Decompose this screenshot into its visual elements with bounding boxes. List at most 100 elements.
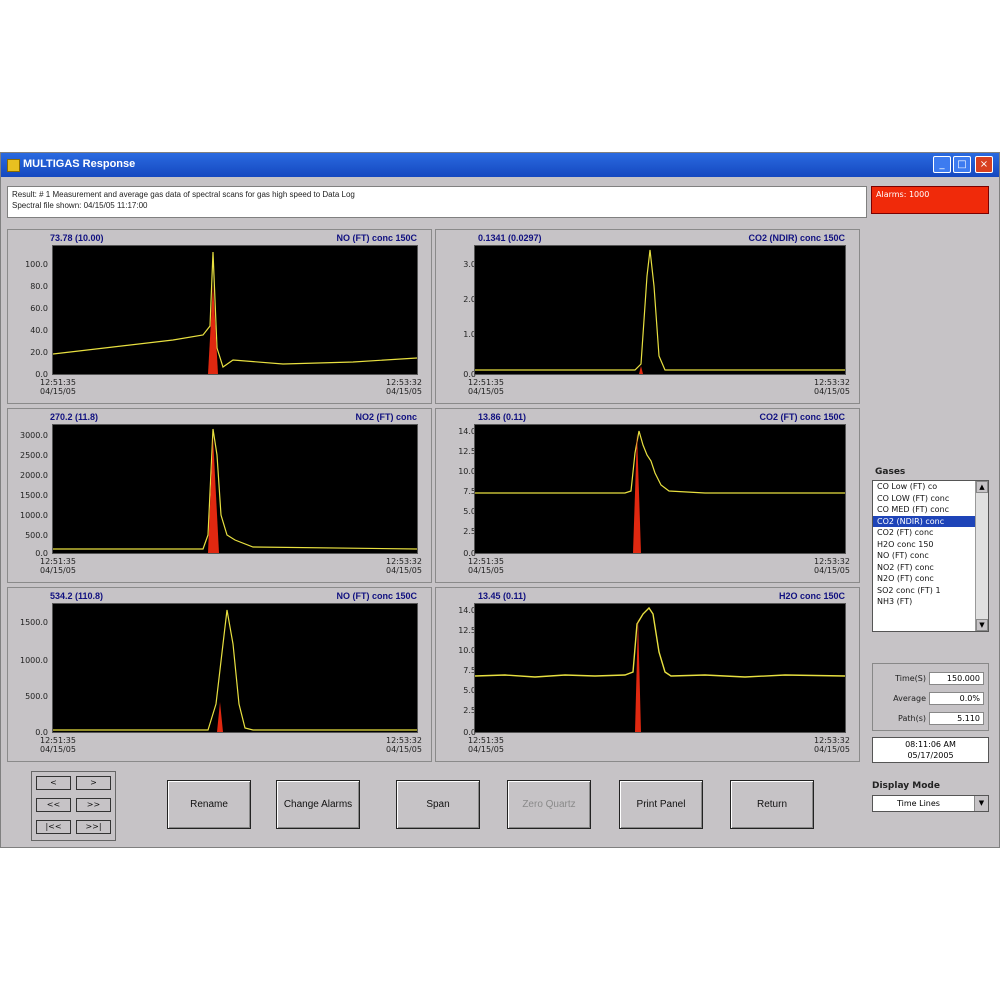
chevron-down-icon[interactable]: ▼ [974,796,988,811]
change-alarms-button[interactable]: Change Alarms [276,780,360,829]
title-bar[interactable]: MULTIGAS Response _ □ × [1,153,999,177]
nav-fast-back-button[interactable]: << [36,798,71,812]
y-tick: 7.5 [463,666,476,675]
y-tick: 1.0 [463,330,476,339]
y-tick: 100.0 [25,260,48,269]
y-tick: 10.0 [458,467,476,476]
plot-area[interactable] [52,245,418,375]
panel-value: 73.78 (10.00) [50,233,104,243]
stat-value: 0.0% [929,692,984,705]
y-tick: 1500.0 [20,491,48,500]
plot-area[interactable] [52,424,418,554]
print-panel-button[interactable]: Print Panel [619,780,703,829]
x-start-label: 12:51:35 04/15/05 [468,378,504,396]
gas-list-item[interactable]: CO Low (FT) co [873,481,988,493]
scroll-down-arrow-icon[interactable]: ▼ [976,619,988,631]
gas-list-item[interactable]: CO MED (FT) conc [873,504,988,516]
gas-list-item[interactable]: SO2 conc (FT) 1 [873,585,988,597]
nav-first-button[interactable]: |<< [36,820,71,834]
panel-gas-name: NO (FT) conc 150C [336,591,417,601]
y-tick: 60.0 [30,304,48,313]
y-tick: 1000.0 [20,511,48,520]
gas-list-item[interactable]: NO2 (FT) conc [873,562,988,574]
y-tick: 500.0 [25,692,48,701]
clock-display: 08:11:06 AM 05/17/2005 [872,737,989,763]
x-end-label: 12:53:32 04/15/05 [814,736,850,754]
display-mode-select[interactable]: Time Lines ▼ [872,795,989,812]
plot-area[interactable] [474,424,846,554]
gas-list-item[interactable]: CO2 (FT) conc [873,527,988,539]
gas-list-item[interactable]: N2O (FT) conc [873,573,988,585]
gas-list-item[interactable]: CO LOW (FT) conc [873,493,988,505]
x-end-label: 12:53:32 04/15/05 [386,378,422,396]
gas-list-item[interactable]: CO2 (NDIR) conc [873,515,988,527]
chart-panel-4: 13.86 (0.11) CO2 (FT) conc 150C 14.0 12.… [435,408,860,583]
y-tick: 10.0 [458,646,476,655]
chart-panel-3: 270.2 (11.8) NO2 (FT) conc 3000.0 2500.0… [7,408,432,583]
panel-gas-name: CO2 (NDIR) conc 150C [748,233,845,243]
nav-next-button[interactable]: > [76,776,111,790]
x-end-label: 12:53:32 04/15/05 [386,736,422,754]
plot-area[interactable] [52,603,418,733]
chart-panel-1: 73.78 (10.00) NO (FT) conc 150C 100.0 80… [7,229,432,404]
span-button[interactable]: Span [396,780,480,829]
clock-date: 05/17/2005 [907,751,954,760]
gases-label: Gases [875,467,906,477]
rename-button[interactable]: Rename [167,780,251,829]
chart-panel-2: 0.1341 (0.0297) CO2 (NDIR) conc 150C 3.0… [435,229,860,404]
chart-panel-5: 534.2 (110.8) NO (FT) conc 150C 1500.0 1… [7,587,432,762]
info-line-1: Result: # 1 Measurement and average gas … [12,190,355,199]
gas-list-item[interactable]: NO (FT) conc [873,550,988,562]
y-tick: 2.0 [463,295,476,304]
stats-group: Time(S) 150.000 Average 0.0% Path(s) 5.1… [872,663,989,731]
x-start-label: 12:51:35 04/15/05 [40,557,76,575]
y-tick: 1000.0 [20,656,48,665]
x-start-label: 12:51:35 04/15/05 [468,557,504,575]
app-icon [7,159,20,172]
nav-last-button[interactable]: >>| [76,820,111,834]
gas-list-item[interactable]: H2O conc 150 [873,539,988,551]
panel-gas-name: CO2 (FT) conc 150C [759,412,845,422]
x-start-label: 12:51:35 04/15/05 [468,736,504,754]
panel-gas-name: NO (FT) conc 150C [336,233,417,243]
panel-value: 13.45 (0.11) [478,591,527,601]
clock-time: 08:11:06 AM [905,740,956,749]
gases-listbox[interactable]: CO Low (FT) co CO LOW (FT) conc CO MED (FT… [872,480,989,632]
nav-fast-forward-button[interactable]: >> [76,798,111,812]
alarm-indicator: Alarms: 1000 [871,186,989,214]
close-button[interactable]: × [975,156,993,173]
zero-quartz-button[interactable]: Zero Quartz [507,780,591,829]
y-tick: 40.0 [30,326,48,335]
y-tick: 3000.0 [20,431,48,440]
y-tick: 20.0 [30,348,48,357]
y-tick: 500.0 [25,531,48,540]
y-tick: 2500.0 [20,451,48,460]
stat-value: 5.110 [929,712,984,725]
panel-value: 534.2 (110.8) [50,591,104,601]
stat-label: Time(S) [895,674,926,683]
gas-list-item[interactable]: NH3 (FT) [873,596,988,608]
stat-value: 150.000 [929,672,984,685]
y-tick: 80.0 [30,282,48,291]
minimize-button[interactable]: _ [933,156,951,173]
panel-gas-name: H2O conc 150C [778,591,845,601]
gases-scrollbar[interactable]: ▲ ▼ [975,481,988,631]
info-text-box: Result: # 1 Measurement and average gas … [7,186,867,218]
y-tick: 5.0 [463,507,476,516]
navigation-grid: < > << >> |<< >>| [31,771,116,841]
y-tick: 12.5 [458,447,476,456]
scroll-up-arrow-icon[interactable]: ▲ [976,481,988,493]
window-title: MULTIGAS Response [23,158,136,170]
stat-row-time: Time(S) 150.000 [873,672,990,686]
plot-area[interactable] [474,245,846,375]
stat-label: Path(s) [898,714,926,723]
plot-area[interactable] [474,603,846,733]
y-tick: 5.0 [463,686,476,695]
y-tick: 2.5 [463,706,476,715]
return-button[interactable]: Return [730,780,814,829]
y-tick: 14.0 [458,427,476,436]
chart-panel-6: 13.45 (0.11) H2O conc 150C 14.0 12.5 10.… [435,587,860,762]
maximize-button[interactable]: □ [953,156,971,173]
nav-prev-button[interactable]: < [36,776,71,790]
x-end-label: 12:53:32 04/15/05 [386,557,422,575]
